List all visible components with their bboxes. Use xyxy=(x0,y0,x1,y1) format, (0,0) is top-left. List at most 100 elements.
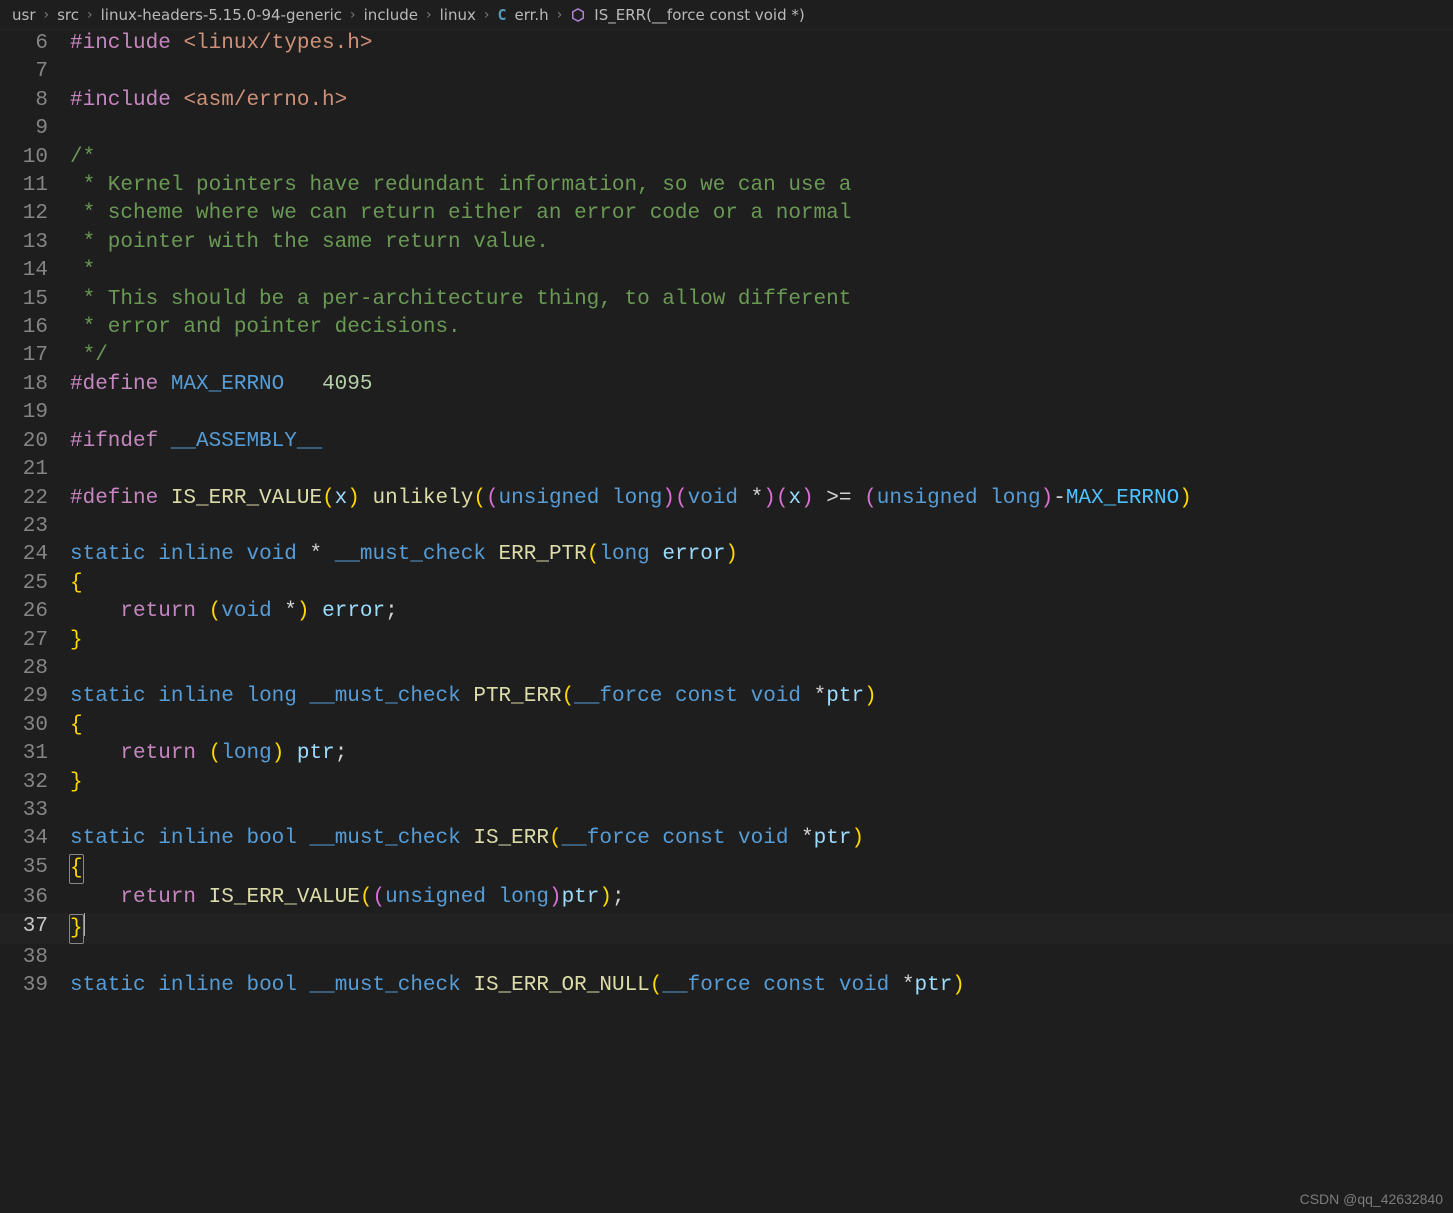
code-line[interactable]: 23 xyxy=(0,513,1453,541)
line-number[interactable]: 29 xyxy=(0,683,70,711)
line-number[interactable]: 16 xyxy=(0,314,70,342)
code-line[interactable]: 33 xyxy=(0,797,1453,825)
line-number[interactable]: 24 xyxy=(0,541,70,569)
code-content[interactable]: return (long) ptr; xyxy=(70,740,1453,768)
code-line[interactable]: 32} xyxy=(0,769,1453,797)
code-line[interactable]: 24static inline void * __must_check ERR_… xyxy=(0,541,1453,569)
code-content[interactable] xyxy=(70,399,1453,427)
breadcrumb-item[interactable]: src xyxy=(57,6,79,24)
code-line[interactable]: 39static inline bool __must_check IS_ERR… xyxy=(0,972,1453,1000)
line-number[interactable]: 34 xyxy=(0,825,70,853)
code-content[interactable]: { xyxy=(70,712,1453,740)
code-line[interactable]: 29static inline long __must_check PTR_ER… xyxy=(0,683,1453,711)
code-content[interactable]: static inline bool __must_check IS_ERR(_… xyxy=(70,825,1453,853)
code-content[interactable]: static inline void * __must_check ERR_PT… xyxy=(70,541,1453,569)
code-content[interactable]: } xyxy=(70,913,1453,944)
code-content[interactable]: * xyxy=(70,257,1453,285)
code-content[interactable]: { xyxy=(70,854,1453,884)
code-line[interactable]: 14 * xyxy=(0,257,1453,285)
code-line[interactable]: 22#define IS_ERR_VALUE(x) unlikely((unsi… xyxy=(0,485,1453,513)
line-number[interactable]: 33 xyxy=(0,797,70,825)
line-number[interactable]: 10 xyxy=(0,144,70,172)
code-content[interactable] xyxy=(70,115,1453,143)
breadcrumb-item[interactable]: include xyxy=(364,6,418,24)
code-content[interactable]: } xyxy=(70,769,1453,797)
line-number[interactable]: 19 xyxy=(0,399,70,427)
code-line[interactable]: 31 return (long) ptr; xyxy=(0,740,1453,768)
code-line[interactable]: 13 * pointer with the same return value. xyxy=(0,229,1453,257)
code-content[interactable]: { xyxy=(70,570,1453,598)
line-number[interactable]: 31 xyxy=(0,740,70,768)
code-content[interactable]: */ xyxy=(70,342,1453,370)
line-number[interactable]: 37 xyxy=(0,913,70,944)
line-number[interactable]: 25 xyxy=(0,570,70,598)
code-content[interactable]: * Kernel pointers have redundant informa… xyxy=(70,172,1453,200)
code-line[interactable]: 38 xyxy=(0,944,1453,972)
code-line[interactable]: 6#include <linux/types.h> xyxy=(0,30,1453,58)
line-number[interactable]: 22 xyxy=(0,485,70,513)
code-content[interactable]: static inline long __must_check PTR_ERR(… xyxy=(70,683,1453,711)
code-line[interactable]: 27} xyxy=(0,627,1453,655)
code-content[interactable]: #define IS_ERR_VALUE(x) unlikely((unsign… xyxy=(70,485,1453,513)
code-line[interactable]: 21 xyxy=(0,456,1453,484)
code-content[interactable]: /* xyxy=(70,144,1453,172)
code-editor[interactable]: 6#include <linux/types.h>78#include <asm… xyxy=(0,30,1453,1213)
line-number[interactable]: 39 xyxy=(0,972,70,1000)
code-line[interactable]: 36 return IS_ERR_VALUE((unsigned long)pt… xyxy=(0,884,1453,912)
code-content[interactable]: #include <asm/errno.h> xyxy=(70,87,1453,115)
code-line[interactable]: 20#ifndef __ASSEMBLY__ xyxy=(0,428,1453,456)
line-number[interactable]: 7 xyxy=(0,58,70,86)
line-number[interactable]: 20 xyxy=(0,428,70,456)
code-line[interactable]: 35{ xyxy=(0,854,1453,884)
code-line[interactable]: 11 * Kernel pointers have redundant info… xyxy=(0,172,1453,200)
code-content[interactable] xyxy=(70,655,1453,683)
code-line[interactable]: 16 * error and pointer decisions. xyxy=(0,314,1453,342)
code-line[interactable]: 9 xyxy=(0,115,1453,143)
line-number[interactable]: 38 xyxy=(0,944,70,972)
line-number[interactable]: 15 xyxy=(0,286,70,314)
code-line[interactable]: 7 xyxy=(0,58,1453,86)
code-line[interactable]: 34static inline bool __must_check IS_ERR… xyxy=(0,825,1453,853)
line-number[interactable]: 21 xyxy=(0,456,70,484)
code-line[interactable]: 18#define MAX_ERRNO 4095 xyxy=(0,371,1453,399)
code-line[interactable]: 30{ xyxy=(0,712,1453,740)
code-content[interactable]: #define MAX_ERRNO 4095 xyxy=(70,371,1453,399)
code-line[interactable]: 17 */ xyxy=(0,342,1453,370)
line-number[interactable]: 30 xyxy=(0,712,70,740)
code-content[interactable]: * This should be a per-architecture thin… xyxy=(70,286,1453,314)
code-content[interactable] xyxy=(70,456,1453,484)
code-content[interactable]: #include <linux/types.h> xyxy=(70,30,1453,58)
line-number[interactable]: 8 xyxy=(0,87,70,115)
code-content[interactable]: return IS_ERR_VALUE((unsigned long)ptr); xyxy=(70,884,1453,912)
code-content[interactable] xyxy=(70,58,1453,86)
breadcrumb-item[interactable]: usr xyxy=(12,6,36,24)
code-line[interactable]: 10/* xyxy=(0,144,1453,172)
line-number[interactable]: 11 xyxy=(0,172,70,200)
breadcrumb-item[interactable]: linux xyxy=(440,6,476,24)
line-number[interactable]: 27 xyxy=(0,627,70,655)
code-line[interactable]: 8#include <asm/errno.h> xyxy=(0,87,1453,115)
code-content[interactable]: } xyxy=(70,627,1453,655)
line-number[interactable]: 28 xyxy=(0,655,70,683)
code-line[interactable]: 25{ xyxy=(0,570,1453,598)
code-content[interactable] xyxy=(70,797,1453,825)
code-content[interactable]: #ifndef __ASSEMBLY__ xyxy=(70,428,1453,456)
line-number[interactable]: 13 xyxy=(0,229,70,257)
breadcrumb-symbol[interactable]: IS_ERR(__force const void *) xyxy=(594,6,804,24)
line-number[interactable]: 9 xyxy=(0,115,70,143)
code-content[interactable]: static inline bool __must_check IS_ERR_O… xyxy=(70,972,1453,1000)
code-line[interactable]: 15 * This should be a per-architecture t… xyxy=(0,286,1453,314)
line-number[interactable]: 32 xyxy=(0,769,70,797)
breadcrumb-file[interactable]: err.h xyxy=(514,6,548,24)
line-number[interactable]: 17 xyxy=(0,342,70,370)
line-number[interactable]: 14 xyxy=(0,257,70,285)
code-content[interactable]: return (void *) error; xyxy=(70,598,1453,626)
code-content[interactable]: * scheme where we can return either an e… xyxy=(70,200,1453,228)
code-content[interactable]: * error and pointer decisions. xyxy=(70,314,1453,342)
line-number[interactable]: 26 xyxy=(0,598,70,626)
code-content[interactable]: * pointer with the same return value. xyxy=(70,229,1453,257)
code-line[interactable]: 26 return (void *) error; xyxy=(0,598,1453,626)
code-line[interactable]: 37} xyxy=(0,913,1453,944)
line-number[interactable]: 36 xyxy=(0,884,70,912)
code-content[interactable] xyxy=(70,944,1453,972)
